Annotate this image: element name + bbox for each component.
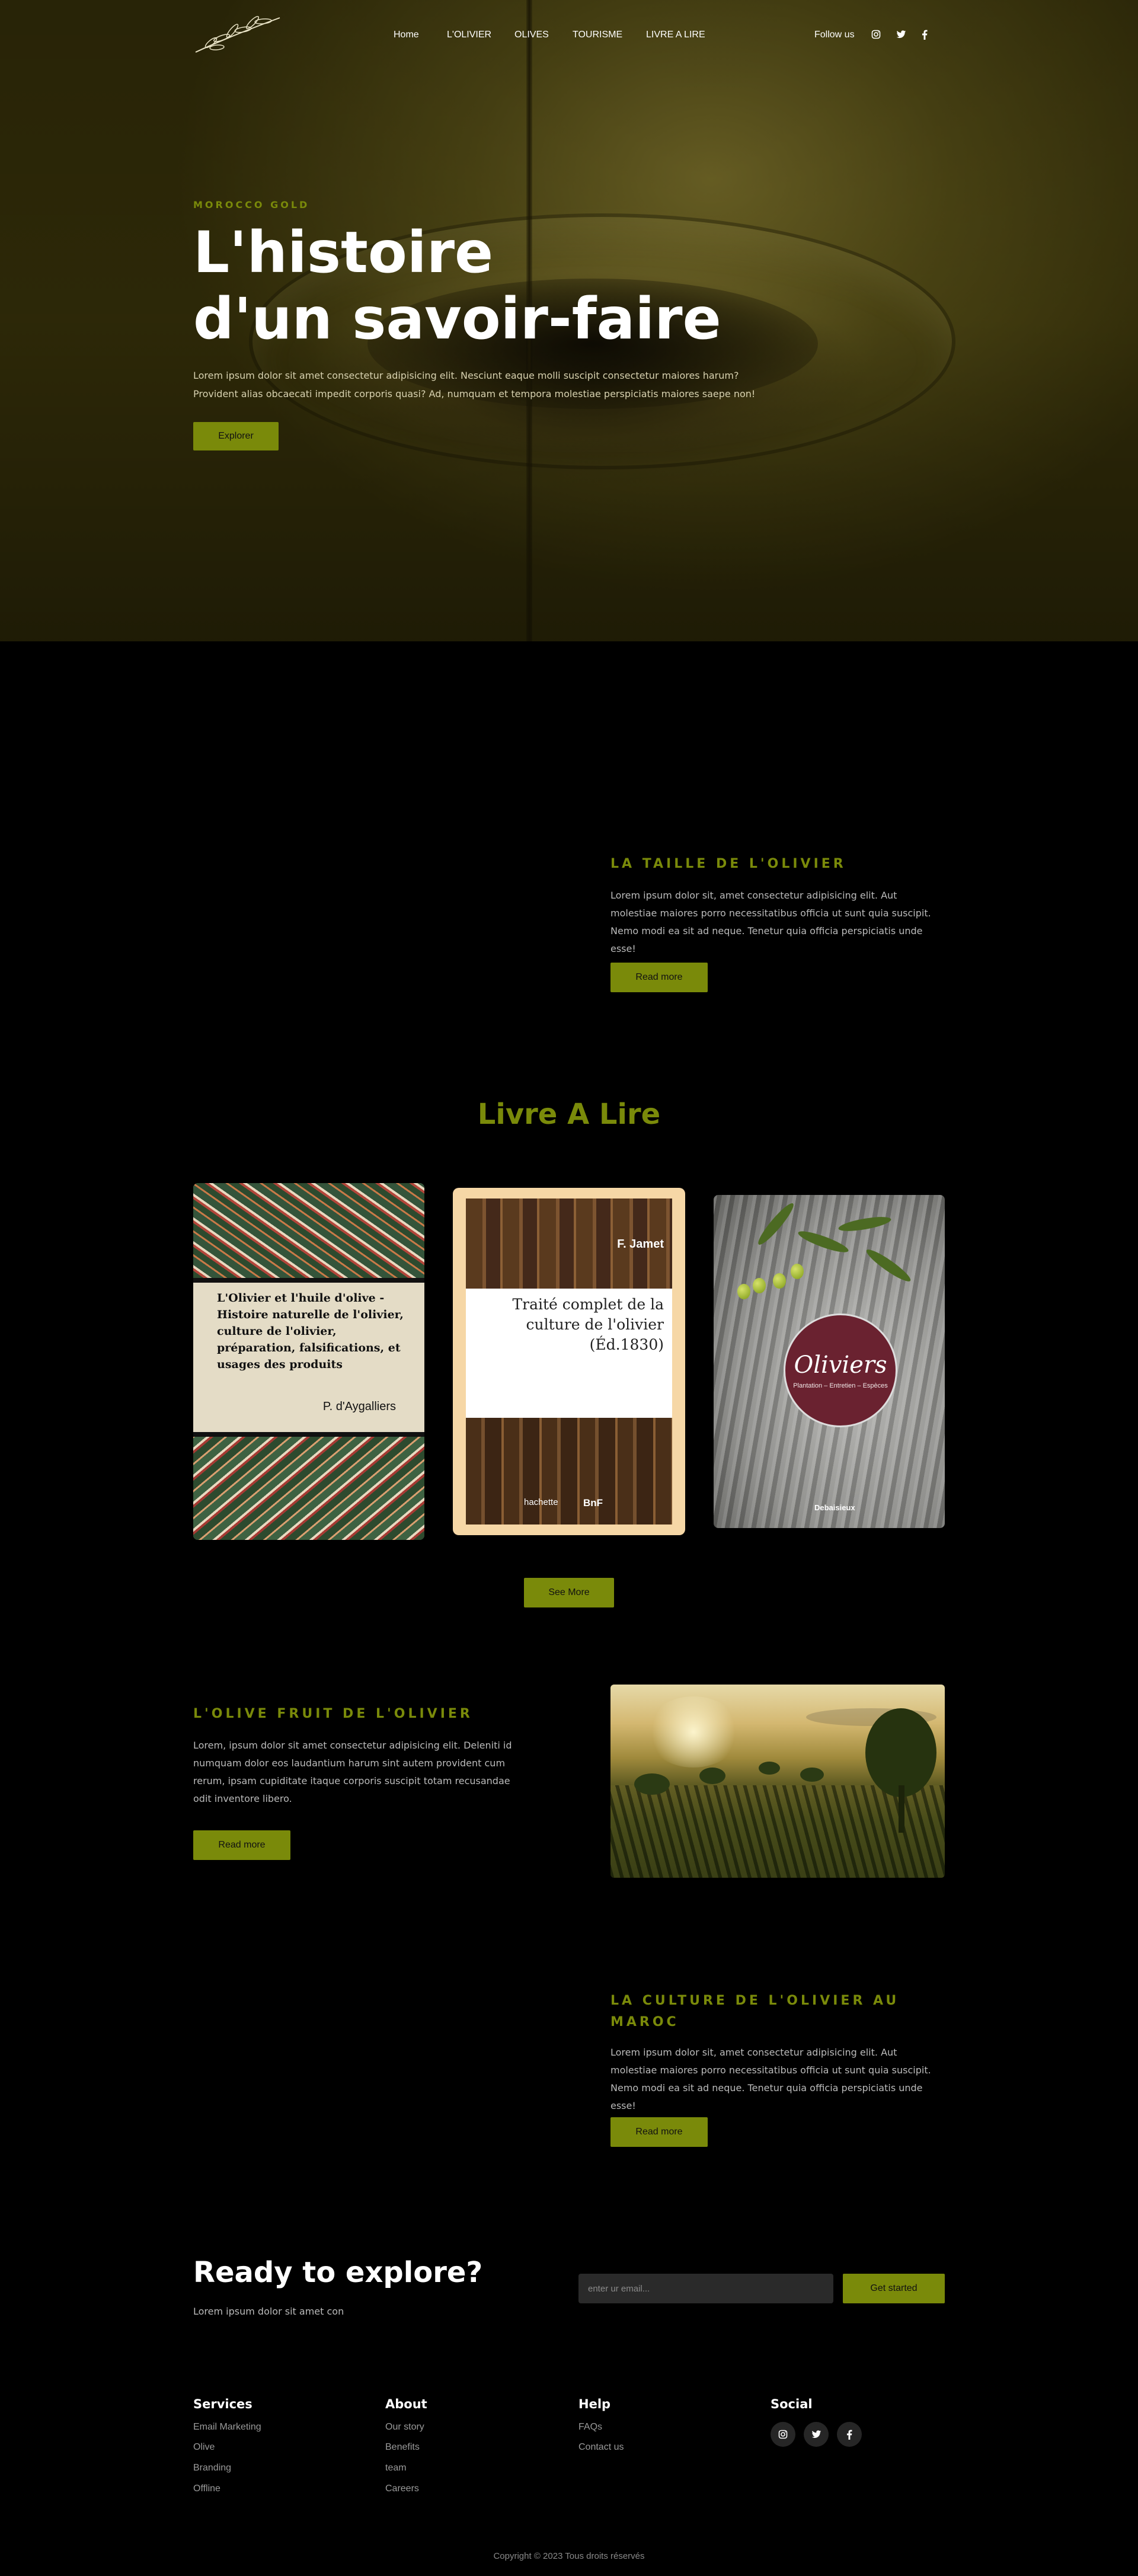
nav-tourisme[interactable]: TOURISME — [573, 30, 622, 40]
sunlight — [646, 1696, 741, 1768]
olive-section-text: Lorem, ipsum dolor sit amet consectetur … — [193, 1740, 512, 1804]
olive-tree — [800, 1768, 824, 1782]
footer-link[interactable]: Our story — [385, 2422, 424, 2433]
bookshelf-image — [466, 1418, 672, 1524]
footer-link[interactable]: Offline — [193, 2484, 220, 2494]
culture-section-text: Lorem ipsum dolor sit, amet consectetur … — [610, 2047, 931, 2111]
facebook-icon[interactable] — [919, 28, 931, 40]
olive-grove-image — [610, 1685, 945, 1878]
twitter-icon[interactable] — [895, 28, 907, 40]
hero-title: L'histoire d'un savoir-faire — [193, 219, 786, 352]
book-cover-aygalliers[interactable]: L'Olivier et l'huile d'olive - Histoire … — [193, 1183, 424, 1540]
see-more-button[interactable]: See More — [524, 1578, 614, 1607]
marbled-pattern — [193, 1183, 424, 1278]
olive-fruit — [753, 1278, 766, 1293]
olive-leaf — [863, 1245, 914, 1286]
olive-branch-logo[interactable] — [193, 13, 282, 56]
cta-title: Ready to explore? — [193, 2256, 483, 2289]
cta-subtitle: Lorem ipsum dolor sit amet con — [193, 2306, 344, 2317]
olive-section-title: L'OLIVE FRUIT DE L'OLIVIER — [193, 1706, 473, 1721]
follow-us-label: Follow us — [814, 30, 855, 40]
nav-olives[interactable]: OLIVES — [514, 30, 549, 40]
book-cover-jamet[interactable]: F. Jamet Traité complet de la culture de… — [453, 1188, 685, 1535]
book3-title: Oliviers — [794, 1351, 887, 1379]
footer-link[interactable]: Benefits — [385, 2442, 420, 2453]
get-started-button[interactable]: Get started — [843, 2274, 945, 2303]
book2-title: Traité complet de la culture de l'olivie… — [512, 1296, 664, 1353]
footer-heading-social: Social — [771, 2397, 813, 2411]
facebook-icon[interactable] — [837, 2422, 862, 2447]
footer-heading-services: Services — [193, 2397, 252, 2411]
book1-author: P. d'Aygalliers — [322, 1400, 396, 1413]
taille-read-more-button[interactable]: Read more — [610, 963, 708, 992]
footer-link[interactable]: team — [385, 2463, 407, 2473]
footer-link[interactable]: Email Marketing — [193, 2422, 261, 2433]
hero-title-line2: d'un savoir-faire — [193, 286, 721, 352]
footer-link[interactable]: Olive — [193, 2442, 215, 2453]
footer-heading-about: About — [385, 2397, 427, 2411]
olive-fruit — [773, 1273, 786, 1289]
olive-leaf — [837, 1214, 892, 1234]
olive-tree — [699, 1768, 725, 1784]
olive-fruit — [737, 1284, 750, 1299]
olive-leaf — [796, 1228, 851, 1256]
culture-section-title: LA CULTURE DE L'OLIVIER AU MAROC — [610, 1993, 900, 2030]
olive-tree — [865, 1708, 936, 1797]
book1-title: L'Olivier et l'huile d'olive - Histoire … — [217, 1292, 404, 1371]
culture-read-more-button[interactable]: Read more — [610, 2117, 708, 2147]
olive-tree — [759, 1762, 780, 1775]
footer-link[interactable]: Careers — [385, 2484, 419, 2494]
book3-badge: Oliviers Plantation – Entretien – Espèce… — [784, 1313, 897, 1427]
hero-description: Lorem ipsum dolor sit amet consectetur a… — [193, 370, 756, 399]
footer-link[interactable]: FAQs — [578, 2422, 602, 2433]
hero-eyebrow: MOROCCO GOLD — [193, 199, 310, 210]
book3-subtitle: Plantation – Entretien – Espèces — [793, 1382, 888, 1389]
book-cover-oliviers[interactable]: Oliviers Plantation – Entretien – Espèce… — [714, 1195, 945, 1528]
olive-leaf — [755, 1200, 797, 1248]
hero-title-line1: L'histoire — [193, 219, 494, 286]
marbled-pattern — [193, 1437, 424, 1540]
twitter-icon[interactable] — [804, 2422, 829, 2447]
olive-fruit — [791, 1264, 804, 1279]
olive-tree — [634, 1773, 670, 1795]
taille-section-text: Lorem ipsum dolor sit, amet consectetur … — [610, 890, 931, 954]
field-rows — [610, 1785, 945, 1878]
olive-read-more-button[interactable]: Read more — [193, 1830, 290, 1860]
nav-lolivier[interactable]: L'OLIVIER — [447, 30, 491, 40]
taille-section-title: LA TAILLE DE L'OLIVIER — [610, 856, 846, 871]
instagram-icon[interactable] — [771, 2422, 795, 2447]
instagram-icon[interactable] — [870, 28, 882, 40]
footer-link[interactable]: Branding — [193, 2463, 231, 2473]
footer-link[interactable]: Contact us — [578, 2442, 624, 2453]
nav-home[interactable]: Home — [394, 30, 419, 40]
email-input[interactable] — [578, 2274, 833, 2303]
book2-author: F. Jamet — [617, 1238, 664, 1251]
explorer-button[interactable]: Explorer — [193, 422, 279, 450]
olive-branch-icon — [195, 15, 280, 53]
bnf-logo: BnF — [583, 1497, 603, 1508]
book3-publisher: Debaisieux — [814, 1503, 855, 1512]
copyright: Copyright © 2023 Tous droits réservés — [493, 2551, 645, 2561]
hachette-logo: hachette — [524, 1497, 558, 1507]
books-section-title: Livre A Lire — [477, 1098, 661, 1131]
nav-livre-a-lire[interactable]: LIVRE A LIRE — [646, 30, 705, 40]
footer-heading-help: Help — [578, 2397, 611, 2411]
